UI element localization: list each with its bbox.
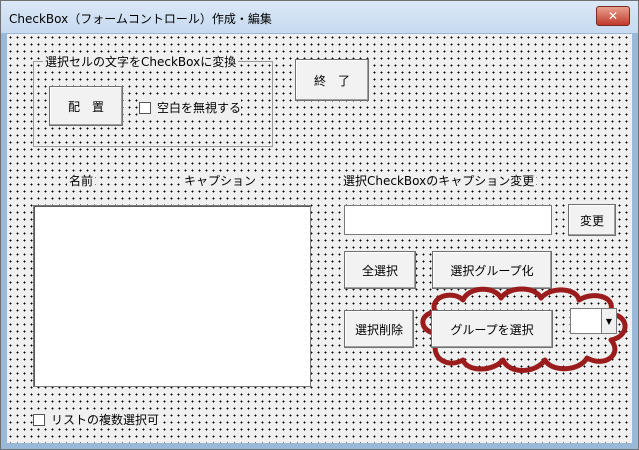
caption-input[interactable] (344, 205, 552, 235)
dialog-client: 選択セルの文字をCheckBoxに変換 配 置 空白を無視する 終 了 名前 キ… (7, 34, 632, 443)
place-button[interactable]: 配 置 (49, 86, 123, 126)
caption-change-label: 選択CheckBoxのキャプション変更 (341, 172, 537, 189)
title-bar: CheckBox（フォームコントロール）作成・編集 ✕ (1, 1, 638, 33)
exit-button[interactable]: 終 了 (295, 59, 369, 101)
change-button[interactable]: 変更 (568, 204, 616, 236)
select-all-button[interactable]: 全選択 (344, 251, 416, 289)
checkbox-square[interactable] (33, 413, 45, 426)
dialog-window: CheckBox（フォームコントロール）作成・編集 ✕ 選択セルの文字をChec… (0, 0, 639, 450)
window-title: CheckBox（フォームコントロール）作成・編集 (9, 12, 272, 26)
delete-selected-button[interactable]: 選択削除 (344, 310, 414, 348)
multi-select-label: リストの複数選択可 (51, 413, 160, 427)
close-icon[interactable]: ✕ (596, 6, 630, 26)
list-header-caption: キャプション (182, 172, 259, 189)
list-header-name: 名前 (67, 172, 96, 189)
ignore-blank-label: 空白を無視する (157, 101, 242, 115)
checkbox-list[interactable] (33, 205, 311, 387)
ignore-blank-checkbox[interactable]: 空白を無視する (139, 99, 242, 116)
select-group-button[interactable]: グループを選択 (431, 310, 553, 348)
chevron-down-icon[interactable]: ▼ (601, 309, 616, 333)
group-combo[interactable]: ▼ (570, 308, 617, 334)
multi-select-checkbox[interactable]: リストの複数選択可 (33, 411, 160, 428)
checkbox-square[interactable] (139, 101, 151, 114)
convert-frame-label: 選択セルの文字をCheckBoxに変換 (43, 53, 239, 70)
